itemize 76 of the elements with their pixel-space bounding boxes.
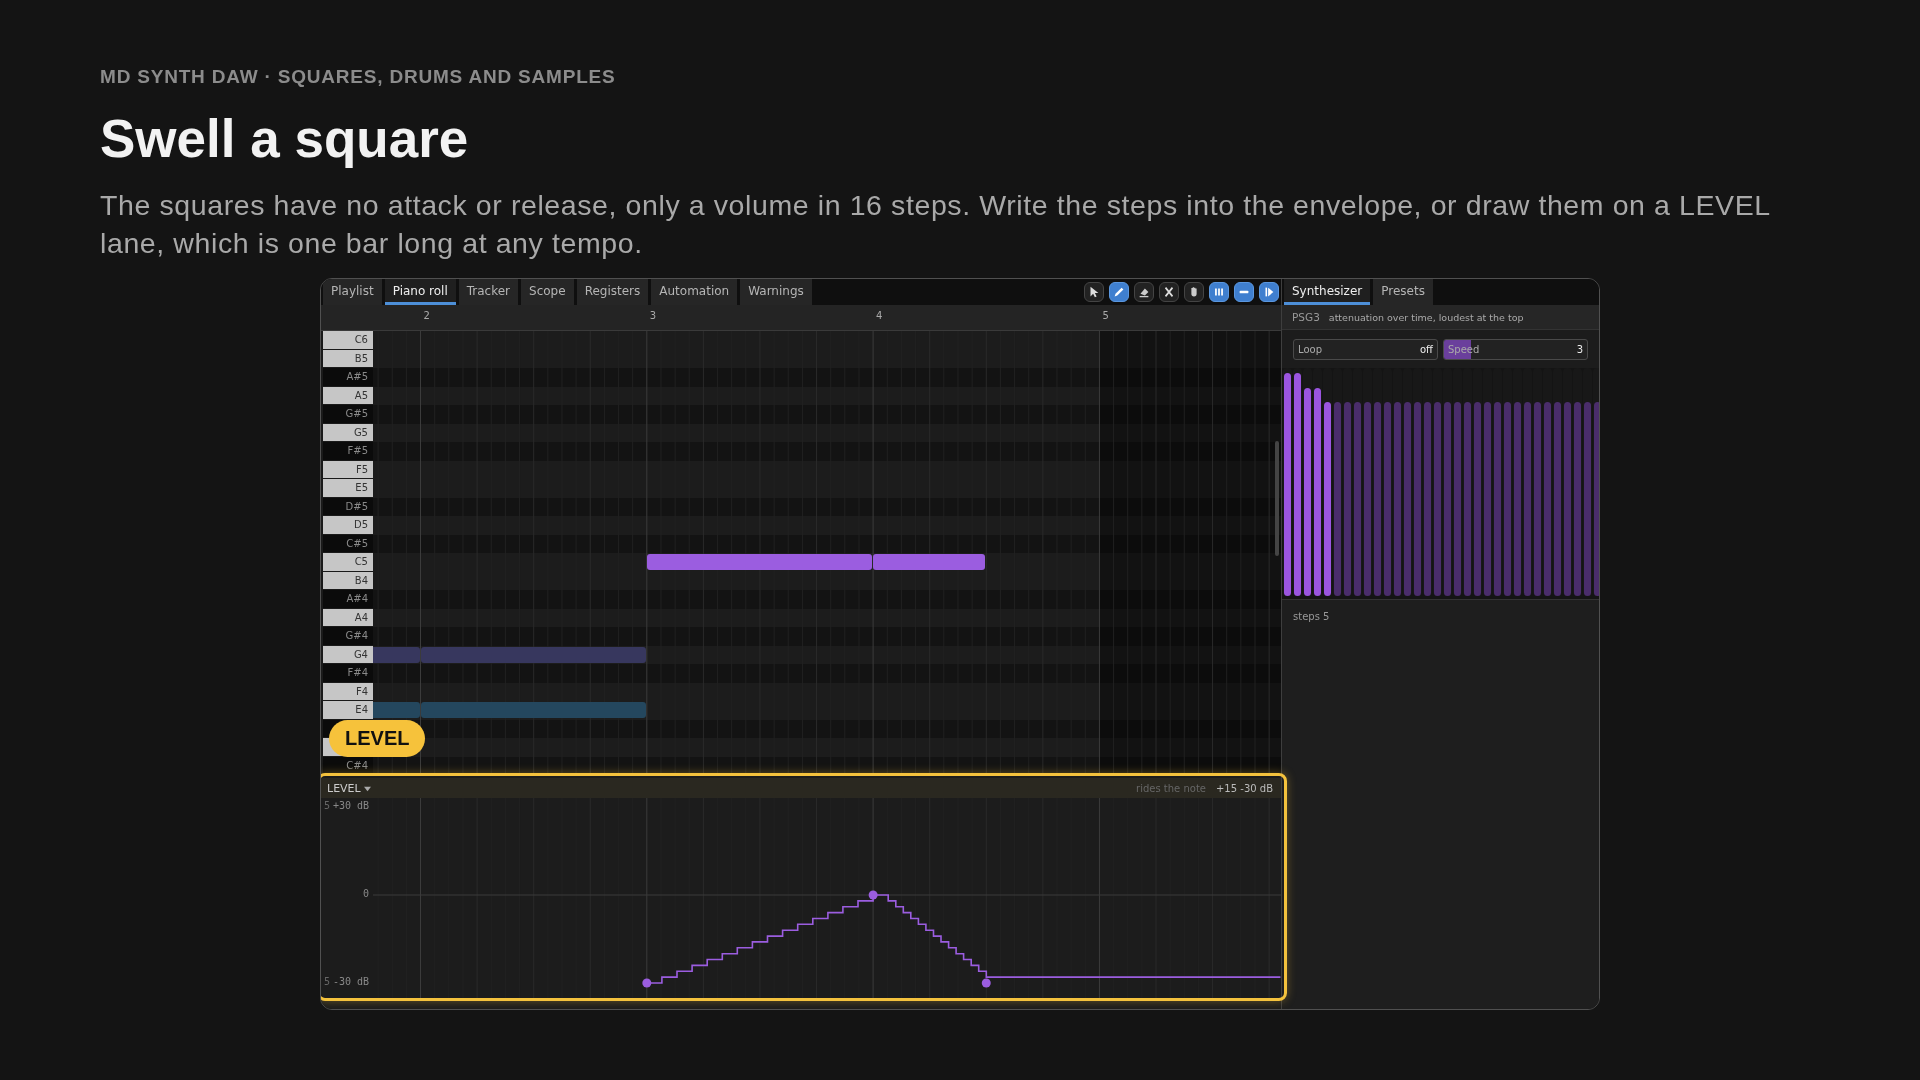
key-label: F#4	[347, 667, 368, 679]
axis-label: 0	[362, 888, 369, 899]
field-value: off	[1420, 343, 1433, 355]
key-label: A5	[354, 389, 368, 401]
piano-key[interactable]: F5	[323, 460, 373, 478]
piano-key[interactable]: F#5	[323, 442, 373, 460]
bar-number: 3	[649, 310, 657, 321]
piano-key[interactable]: F4	[323, 682, 373, 700]
key-label: D#5	[345, 500, 368, 512]
piano-key[interactable]: D5	[323, 516, 373, 534]
lane-range: +15 -30 dB	[1216, 782, 1273, 794]
piano-key[interactable]: E4	[323, 701, 373, 719]
key-label: G5	[353, 426, 368, 438]
piano-key[interactable]: G4	[323, 645, 373, 663]
key-label: F5	[355, 463, 368, 475]
piano-key[interactable]: C#4	[323, 756, 373, 774]
key-label: A#5	[346, 371, 368, 383]
axis-label-fragment: 5	[324, 800, 331, 811]
callout-tooltip: LEVEL	[329, 720, 426, 757]
piano-key[interactable]: G5	[323, 423, 373, 441]
piano-key[interactable]: A#4	[323, 590, 373, 608]
piano-key[interactable]: B4	[323, 571, 373, 589]
key-label: B4	[354, 574, 368, 586]
key-label: C#5	[346, 537, 368, 549]
piano-key[interactable]: D#5	[323, 497, 373, 515]
key-label: C5	[354, 556, 368, 568]
piano-key[interactable]: G#4	[323, 627, 373, 645]
bar-number: 4	[876, 310, 883, 321]
axis-label: -30 dB	[332, 976, 369, 987]
tab[interactable]: Piano roll	[384, 279, 456, 305]
bar-number: 2	[423, 310, 430, 321]
piano-key[interactable]: A5	[323, 386, 373, 404]
key-label: A#4	[346, 593, 368, 605]
tab[interactable]: Scope	[521, 279, 574, 305]
key-label: G#5	[345, 408, 368, 420]
tab[interactable]: Tracker	[458, 279, 519, 305]
piano-key[interactable]: G#5	[323, 405, 373, 423]
axis-label-fragment: 5	[324, 976, 331, 987]
tab[interactable]: Synthesizer	[1284, 279, 1371, 305]
key-label: E4	[355, 704, 368, 716]
piano-key[interactable]: C6	[323, 331, 373, 349]
key-label: E5	[355, 482, 368, 494]
piano-key[interactable]: A4	[323, 608, 373, 626]
key-label: A4	[354, 611, 368, 623]
piano-key[interactable]: E5	[323, 479, 373, 497]
key-label: G4	[353, 648, 368, 660]
key-label: G#4	[345, 630, 368, 642]
key-label: C#4	[346, 759, 368, 771]
piano-key[interactable]: C#5	[323, 534, 373, 552]
loop-field[interactable]: Loop off	[1293, 338, 1438, 360]
field-value: 3	[1576, 343, 1583, 355]
lane-selector[interactable]: LEVEL	[325, 781, 373, 795]
tab[interactable]: Playlist	[323, 279, 382, 305]
tab[interactable]: Automation	[651, 279, 738, 305]
piano-key[interactable]: B5	[323, 349, 373, 367]
tab[interactable]: Warnings	[740, 279, 812, 305]
key-label: F#5	[347, 445, 368, 457]
key-label: B5	[354, 352, 368, 364]
page-title: Swell a square	[100, 109, 470, 169]
key-label: F4	[355, 685, 368, 697]
intro-paragraph: The squares have no attack or release, only a volume in 16 steps. Write the steps into the envelope, or draw them on a LEVEL lane, which is one bar long at any tempo.	[100, 188, 1771, 261]
steps-label: steps 5	[1293, 611, 1330, 622]
key-label: D5	[353, 519, 368, 531]
breadcrumb: MD SYNTH DAW · SQUARES, DRUMS AND SAMPLES	[100, 66, 617, 89]
tab[interactable]: Registers	[576, 279, 649, 305]
piano-key[interactable]: A#5	[323, 368, 373, 386]
lane-hint: rides the note	[1136, 782, 1206, 794]
key-label: C6	[354, 334, 368, 346]
channel-description: attenuation over time, loudest at the top	[1328, 311, 1524, 323]
tab[interactable]: Presets	[1373, 279, 1433, 305]
piano-key[interactable]: C5	[323, 553, 373, 571]
channel-name: PSG3	[1292, 311, 1320, 323]
axis-label: +30 dB	[332, 800, 369, 811]
field-label: Loop	[1298, 343, 1322, 355]
bar-number: 5	[1102, 310, 1109, 321]
piano-key[interactable]: F#4	[323, 664, 373, 682]
